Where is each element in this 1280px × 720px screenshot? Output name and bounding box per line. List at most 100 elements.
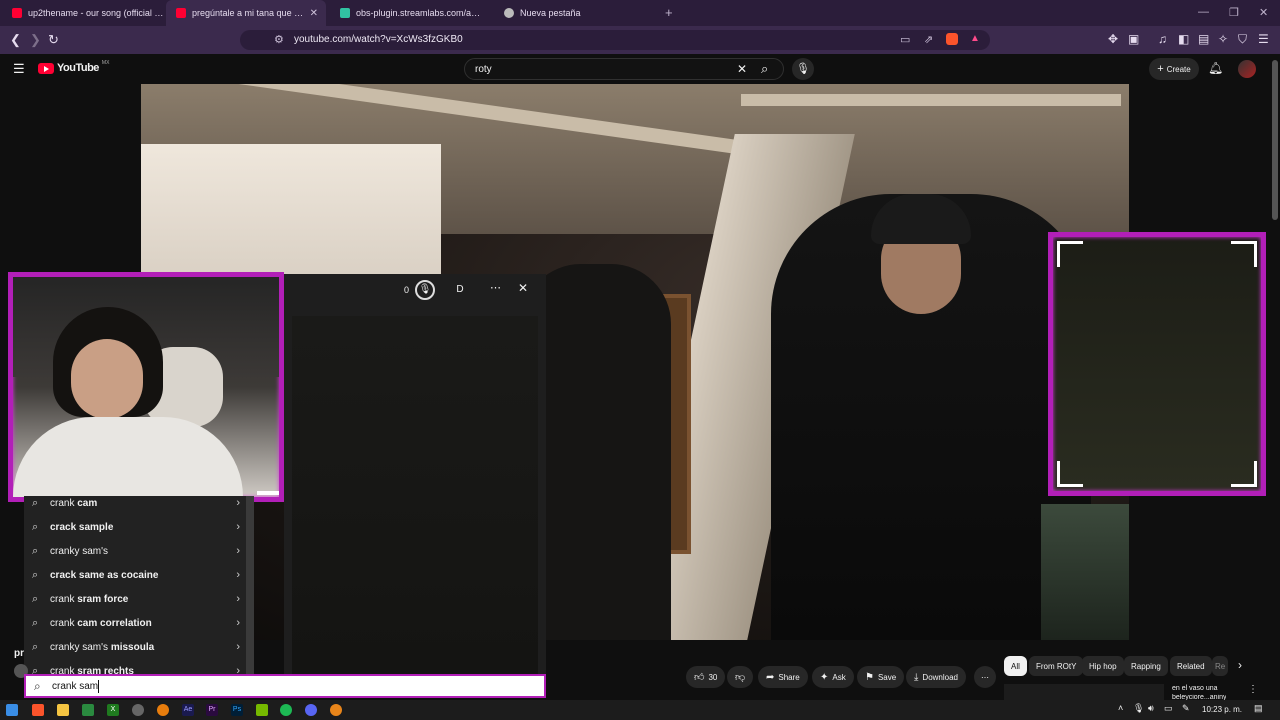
nvidia-app-icon[interactable] — [256, 704, 268, 716]
share-page-icon[interactable]: ⇗ — [924, 33, 933, 46]
ask-button[interactable]: ✦ Ask — [812, 666, 854, 688]
photoshop-app-icon[interactable]: Ps — [231, 704, 243, 716]
recommendation-thumbnail[interactable] — [1004, 684, 1164, 700]
os-taskbar: X Ae Pr Ps ˄ 🎙︎ 🔊︎ ▭ ✎ 10:23 p. m. ▤ — [0, 700, 1280, 720]
reload-icon[interactable]: ↻ — [48, 32, 59, 48]
search-icon[interactable]: ⌕ — [761, 61, 768, 77]
youtube-logo[interactable]: YouTube MX — [38, 60, 109, 74]
back-icon[interactable]: ❮ — [10, 32, 21, 48]
minimize-icon[interactable]: — — [1198, 6, 1209, 18]
wallet-icon[interactable]: ▤ — [1198, 32, 1209, 46]
chip-from-channel[interactable]: From ROtY — [1029, 656, 1084, 676]
suggestion-item[interactable]: ⌕ crank cam correlation › — [24, 612, 246, 636]
restore-icon[interactable]: ❐ — [1229, 6, 1239, 19]
chip-rapping[interactable]: Rapping — [1124, 656, 1168, 676]
notification-center-icon[interactable]: ▤ — [1254, 703, 1263, 714]
spotify-app-icon[interactable] — [280, 704, 292, 716]
chip-all[interactable]: All — [1004, 656, 1027, 676]
youtube-search-box[interactable]: roty ✕ ⌕ — [464, 58, 784, 80]
recommendation-menu-icon[interactable]: ⋮ — [1248, 684, 1258, 695]
avatar[interactable] — [1238, 60, 1256, 78]
brave-shield-icon[interactable] — [946, 33, 958, 45]
window-close-icon[interactable]: ✕ — [1259, 6, 1268, 19]
close-panel-icon[interactable]: ✕ — [518, 281, 528, 295]
recommendation-title[interactable]: en el vaso una — [1172, 685, 1218, 692]
obs-app-icon[interactable] — [330, 704, 342, 716]
cast-icon[interactable]: ▭ — [900, 33, 910, 46]
guide-menu-icon[interactable]: ☰ — [13, 61, 25, 77]
more-options-icon[interactable]: ⋯ — [490, 281, 501, 294]
search-input[interactable]: ⌕ crank sam — [24, 674, 546, 698]
browser-tab[interactable]: obs-plugin.streamlabs.com/auth/suc — [330, 0, 490, 26]
panel-avatar-letter[interactable]: D — [452, 282, 468, 298]
page-scrollbar[interactable] — [1272, 60, 1278, 220]
mic-settings-icon[interactable]: 🎙 — [415, 280, 435, 300]
forward-icon[interactable]: ❯ — [30, 32, 41, 48]
leo-ai-icon[interactable]: ✧ — [1218, 32, 1228, 46]
new-tab-button[interactable]: + — [665, 5, 673, 20]
sidebar-icon[interactable]: ◧ — [1178, 32, 1189, 46]
suggestion-item[interactable]: ⌕ crack same as cocaine › — [24, 564, 246, 588]
dislike-button[interactable]: 👎︎ — [727, 666, 754, 688]
download-button[interactable]: ⤓ Download — [906, 666, 966, 688]
browser-tab-active[interactable]: pregúntale a mi tana que no me ✕ — [166, 0, 326, 26]
share-button[interactable]: ➦ Share — [758, 666, 808, 688]
webcam-overlay — [8, 272, 284, 502]
like-count: 30 — [708, 672, 718, 682]
chip-related[interactable]: Related — [1170, 656, 1212, 676]
address-bar[interactable]: ⚙ youtube.com/watch?v=XcWs3fzGKB0 ▭ ⇗ ▲ — [240, 30, 990, 50]
site-info-icon[interactable]: ⚙ — [274, 33, 284, 46]
suggestion-text: crack sample — [50, 522, 114, 533]
premiere-app-icon[interactable]: Pr — [206, 704, 218, 716]
brave-rewards-icon[interactable]: ▲ — [970, 33, 980, 44]
suggestion-item[interactable]: ⌕ crank sram force › — [24, 588, 246, 612]
tray-overflow-icon[interactable]: ˄ — [1118, 703, 1123, 713]
suggestion-item[interactable]: ⌕ crack sample › — [24, 516, 246, 540]
suggestion-text: crank sram force — [50, 594, 129, 605]
windows-start-icon[interactable] — [6, 704, 18, 716]
extensions-icon[interactable]: ✥ — [1108, 32, 1118, 46]
browser-menu-icon[interactable]: ☰ — [1258, 32, 1269, 46]
pen-tray-icon[interactable]: ✎ — [1182, 703, 1190, 714]
text-cursor — [98, 680, 99, 693]
chip-truncated[interactable]: Re — [1212, 656, 1228, 676]
xbox-app-icon[interactable]: X — [107, 704, 119, 716]
close-tab-icon[interactable]: ✕ — [310, 8, 318, 19]
media-icon[interactable]: ♫ — [1158, 32, 1167, 46]
suggestion-item[interactable]: ⌕ crank cam › — [24, 496, 246, 516]
download-icon: ⤓ — [914, 671, 919, 683]
suggestion-text: crank cam correlation — [50, 618, 152, 629]
after-effects-app-icon[interactable]: Ae — [182, 704, 194, 716]
like-button[interactable]: 👍︎ 30 — [686, 666, 726, 688]
more-actions-button[interactable]: ⋯ — [974, 666, 996, 688]
clock[interactable]: 10:23 p. m. — [1202, 705, 1242, 714]
microphone-tray-icon[interactable]: 🎙︎ — [1133, 703, 1144, 714]
voice-search-icon[interactable]: 🎙 — [792, 58, 814, 80]
settings-app-icon[interactable] — [132, 704, 144, 716]
frame-corner — [1057, 461, 1083, 487]
blender-app-icon[interactable] — [157, 704, 169, 716]
spreadsheet-app-icon[interactable] — [82, 704, 94, 716]
youtube-logo-text: YouTube — [57, 62, 99, 74]
suggestion-item[interactable]: ⌕ cranky sam's missoula › — [24, 636, 246, 660]
suggestion-item[interactable]: ⌕ cranky sam's › — [24, 540, 246, 564]
suggestions-scrollbar[interactable] — [246, 496, 254, 674]
panel-counter: 0 — [404, 285, 410, 295]
chips-next-icon[interactable]: › — [1238, 658, 1242, 672]
brave-app-icon[interactable] — [32, 704, 44, 716]
search-icon: ⌕ — [32, 521, 39, 533]
save-button[interactable]: ⚑ Save — [857, 666, 905, 688]
chevron-right-icon: › — [236, 593, 240, 605]
browser-tab[interactable]: Nueva pestaña — [494, 0, 644, 26]
network-tray-icon[interactable]: ▭ — [1164, 703, 1173, 714]
chip-hip-hop[interactable]: Hip hop — [1082, 656, 1124, 676]
browser-tab[interactable]: up2thename - our song (official vide — [2, 0, 164, 26]
clear-search-icon[interactable]: ✕ — [737, 62, 747, 76]
volume-tray-icon[interactable]: 🔊︎ — [1148, 703, 1154, 714]
vpn-icon[interactable]: ⛉ — [1238, 32, 1247, 47]
discord-app-icon[interactable] — [305, 704, 317, 716]
file-explorer-icon[interactable] — [57, 704, 69, 716]
notifications-icon[interactable]: 🔔︎ — [1208, 61, 1223, 75]
extension-icon[interactable]: ▣ — [1128, 32, 1139, 46]
create-button[interactable]: + Create — [1149, 58, 1199, 80]
